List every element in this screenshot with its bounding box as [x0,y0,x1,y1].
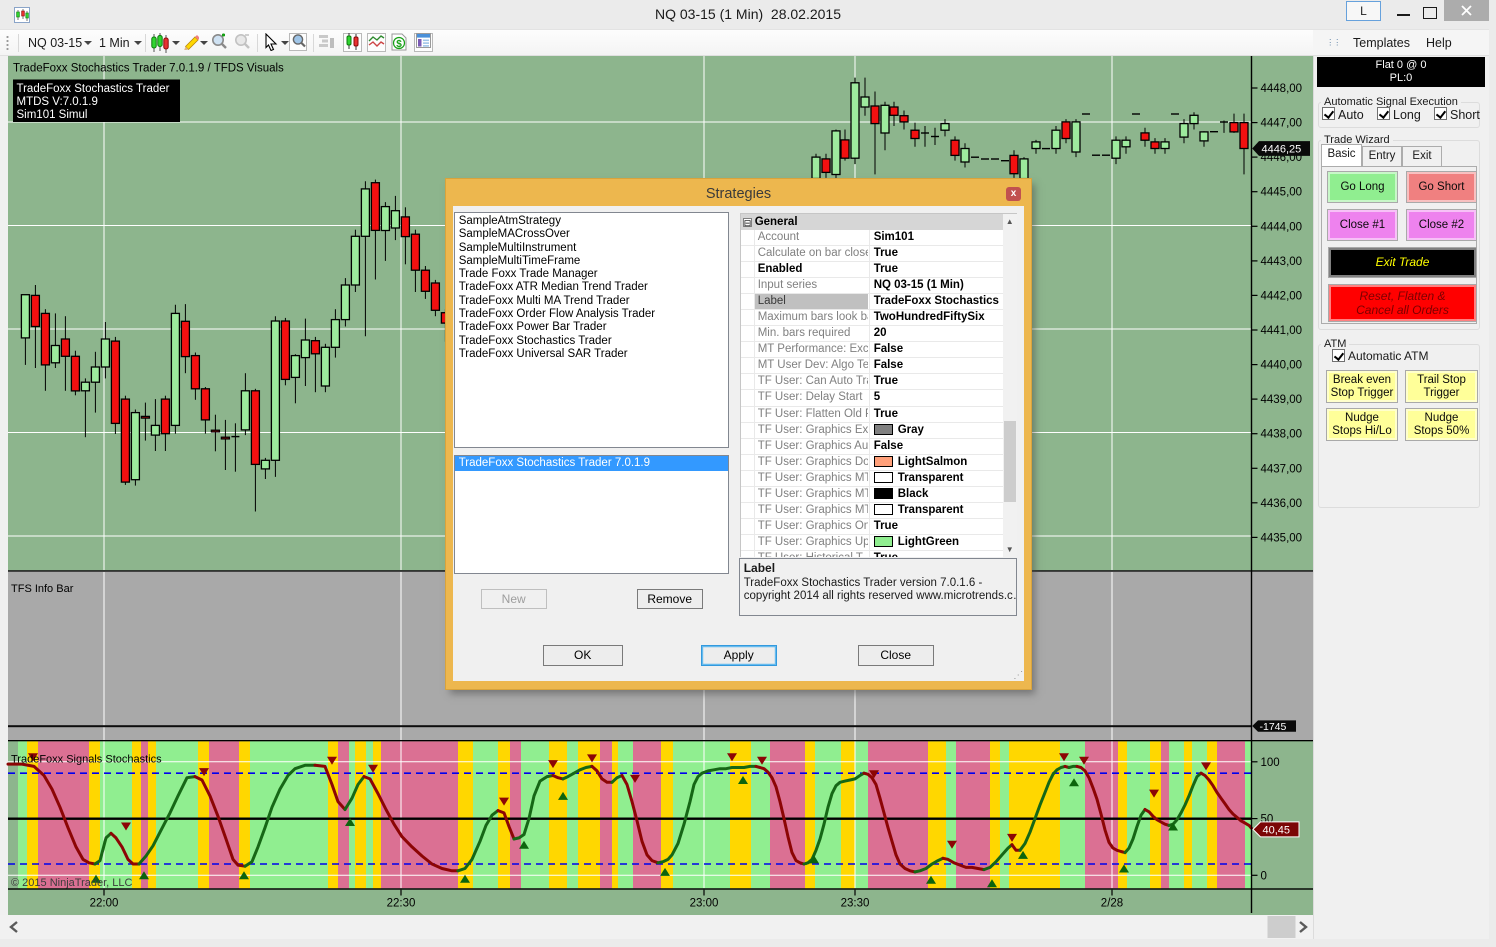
svg-text:100: 100 [1261,757,1280,769]
svg-text:TFS Info Bar: TFS Info Bar [11,583,74,595]
svg-text:Sim101 Simul: Sim101 Simul [17,109,88,121]
svg-text:4438,00: 4438,00 [1261,429,1303,441]
svg-text:4439,00: 4439,00 [1261,394,1303,406]
svg-text:4437,00: 4437,00 [1261,463,1303,475]
svg-text:22:30: 22:30 [387,898,416,910]
svg-text:4447,00: 4447,00 [1261,118,1303,130]
svg-text:23:00: 23:00 [690,898,719,910]
svg-text:4441,00: 4441,00 [1261,325,1303,337]
svg-text:4436,00: 4436,00 [1261,498,1303,510]
svg-text:$: $ [396,39,402,50]
svg-text:4435,00: 4435,00 [1261,532,1303,544]
svg-text:© 2015 NinjaTrader, LLC: © 2015 NinjaTrader, LLC [11,877,132,889]
svg-text:TradeFoxx Signals Stochastics: TradeFoxx Signals Stochastics [11,754,162,766]
svg-text:4442,00: 4442,00 [1261,290,1303,302]
svg-text:4445,00: 4445,00 [1261,187,1303,199]
svg-text:4448,00: 4448,00 [1261,83,1303,95]
svg-text:40,45: 40,45 [1263,824,1291,836]
svg-text:4440,00: 4440,00 [1261,360,1303,372]
svg-text:-1745: -1745 [1260,721,1287,733]
svg-text:22:00: 22:00 [90,898,119,910]
svg-text:TradeFoxx Stochastics Trader: TradeFoxx Stochastics Trader 7.0.1.9 / T… [13,63,284,75]
svg-text:2/28: 2/28 [1101,898,1123,910]
svg-text:4446,25: 4446,25 [1262,144,1302,156]
svg-text:4443,00: 4443,00 [1261,256,1303,268]
svg-text:0: 0 [1261,870,1267,882]
svg-text:23:30: 23:30 [841,898,870,910]
svg-text:TradeFoxx Stochastics Trader: TradeFoxx Stochastics Trader [17,83,170,95]
svg-text:4444,00: 4444,00 [1261,221,1303,233]
svg-text:MTDS V:7.0.1.9: MTDS V:7.0.1.9 [17,96,98,108]
